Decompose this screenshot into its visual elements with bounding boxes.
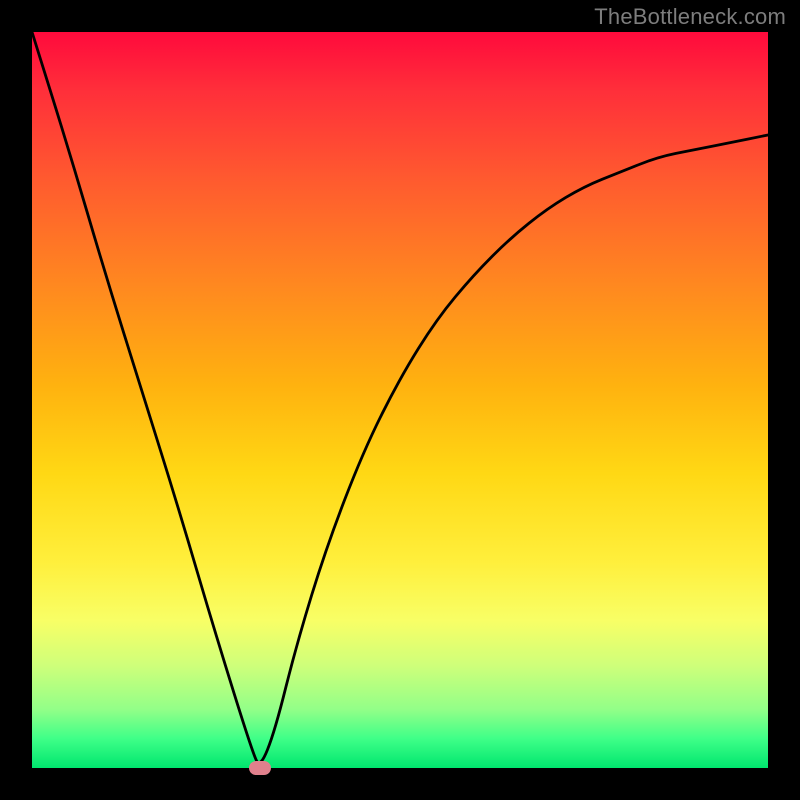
chart-frame: TheBottleneck.com [0, 0, 800, 800]
optimum-marker [249, 761, 271, 775]
watermark-text: TheBottleneck.com [594, 4, 786, 30]
plot-area [32, 32, 768, 768]
bottleneck-curve [32, 32, 768, 768]
